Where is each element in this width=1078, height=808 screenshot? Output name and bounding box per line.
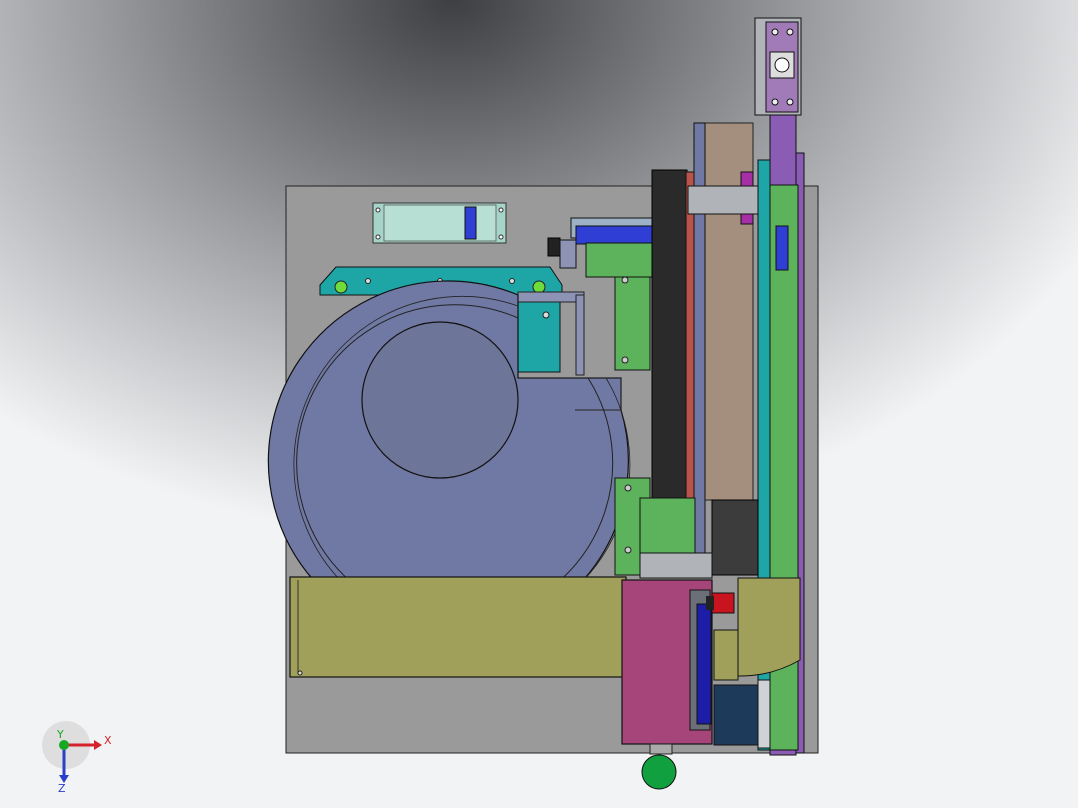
control-box-blue-panel [696,603,712,725]
emergency-stop-button[interactable] [706,592,735,614]
triad-y-label: Y [56,728,64,741]
triad-y-axis [59,740,69,750]
bowl-inner-disk [361,321,519,479]
guide-rod-vertical [575,294,585,376]
cad-viewport[interactable]: X Y Z [0,0,1078,808]
feeder-disk-segment [737,577,801,677]
green-bracket-upper[interactable] [614,269,651,371]
assembly-drawing[interactable]: X Y Z [0,0,1078,808]
linear-feeder[interactable] [289,576,627,678]
label-box[interactable] [372,202,507,244]
blue-comb [575,225,653,245]
triad-z-label: Z [58,782,66,795]
label-box-blue-tab [464,206,477,240]
black-column[interactable] [651,169,688,531]
feeder-knob[interactable] [547,237,561,257]
dark-blue-block[interactable] [713,684,759,746]
guide-rod [517,291,585,303]
triad-x-label: X [104,734,112,747]
motor-block[interactable] [711,499,759,576]
right-blue-comb [775,225,789,271]
top-sensor-block[interactable] [754,17,802,116]
